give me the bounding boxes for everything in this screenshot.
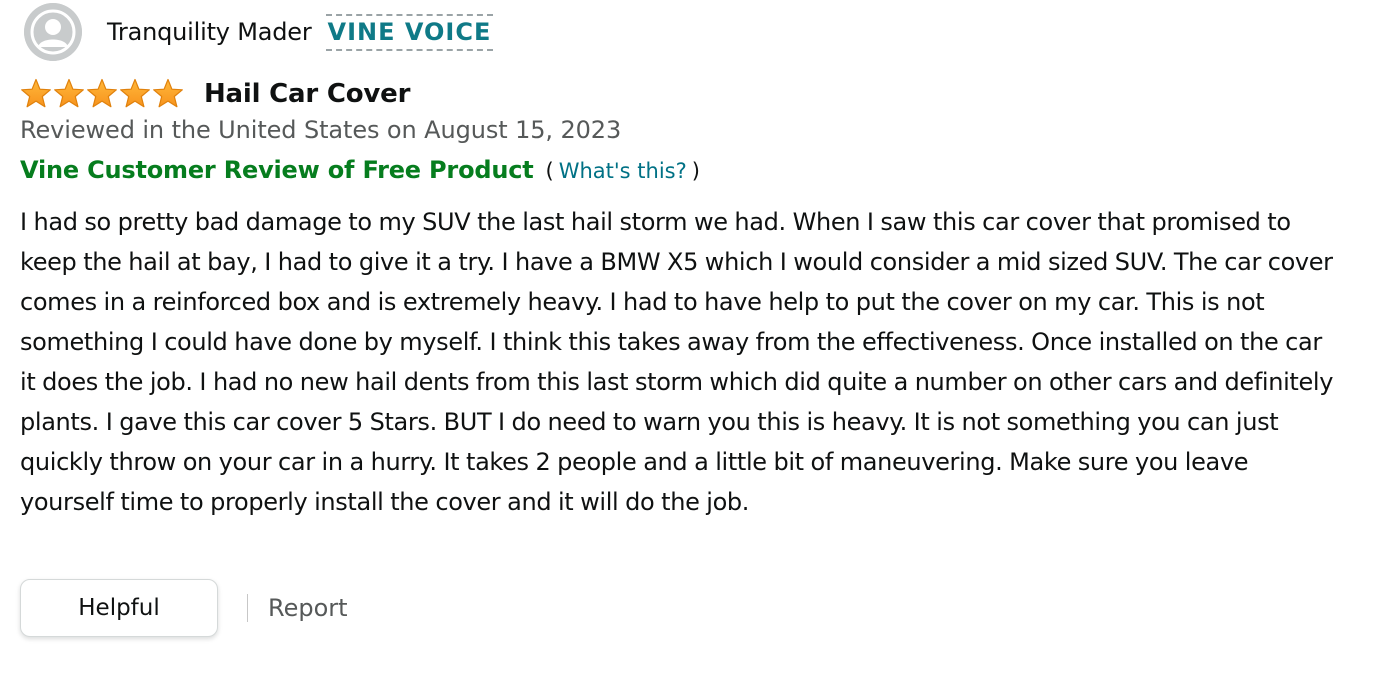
review-body: I had so pretty bad damage to my SUV the… (20, 208, 1334, 516)
action-divider (247, 594, 248, 622)
star-rating[interactable] (20, 78, 184, 110)
whats-this-link[interactable]: What's this? (559, 159, 687, 183)
vine-voice-badge[interactable]: VINE VOICE (325, 13, 494, 51)
review-actions: Helpful Report (20, 577, 348, 639)
paren-open: ( (545, 159, 554, 183)
helpful-button[interactable]: Helpful (20, 579, 218, 637)
reviewer-name[interactable]: Tranquility Mader (107, 18, 312, 46)
vine-review-label: Vine Customer Review of Free Product (20, 156, 534, 184)
vine-disclosure: Vine Customer Review of Free Product ( W… (20, 156, 700, 184)
review-title[interactable]: Hail Car Cover (204, 79, 410, 109)
person-silhouette-icon[interactable] (24, 3, 82, 61)
report-link[interactable]: Report (268, 594, 348, 622)
review-date: Reviewed in the United States on August … (20, 116, 622, 144)
reviewer-profile[interactable]: Tranquility Mader VINE VOICE (24, 2, 494, 62)
paren-close: ) (691, 159, 700, 183)
five-star-icon (21, 78, 183, 108)
review-title-row: Hail Car Cover (20, 76, 410, 112)
